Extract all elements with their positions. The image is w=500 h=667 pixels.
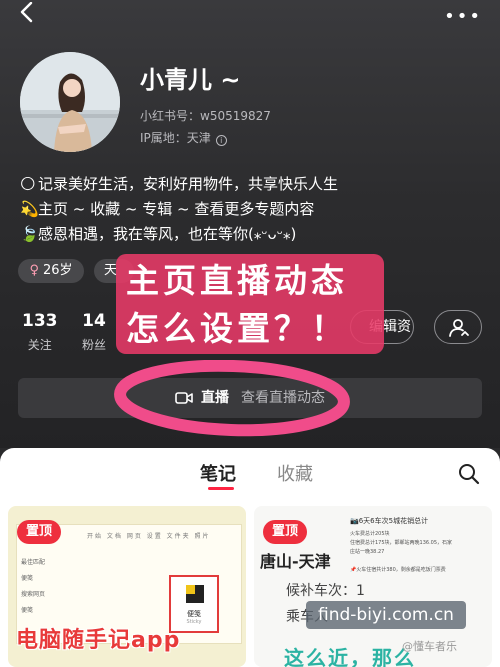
card-mini-line: 住宿费总计175块，邯郸站两晚136.05，石家 — [350, 540, 453, 546]
more-options-icon[interactable]: ••• — [444, 6, 482, 27]
sidebar-text: 搜索网页 — [21, 591, 46, 598]
following-stat[interactable]: 133 关注 — [22, 311, 58, 353]
card-title: 电脑随手记app — [16, 628, 181, 653]
bio-text: 主页 ~ 收藏 ~ 专辑 ~ 查看更多专题内容 — [38, 200, 315, 218]
fans-count: 14 — [82, 311, 106, 331]
sidebar-text: 便笺 — [21, 607, 34, 614]
fans-stat[interactable]: 14 粉丝 — [82, 311, 106, 353]
avatar-photo — [20, 52, 120, 152]
avatar[interactable] — [20, 52, 120, 152]
window-sidebar: 最佳匹配 便笺 搜索网页 便笺 — [21, 555, 45, 619]
top-bar: ••• — [0, 0, 500, 28]
fans-label: 粉丝 — [82, 338, 107, 352]
overlay-caption-line: 主页直播动态 — [126, 261, 348, 300]
watermark-author: @懂车者乐 — [402, 640, 457, 653]
sparkle-emoji-icon: 💫 — [20, 200, 39, 218]
bio-line: 🌕 记录美好生活，安利好用物件，共享快乐人生 — [20, 172, 338, 197]
note-card[interactable]: 开始 文档 网页 设置 文件夹 照片 最佳匹配 便笺 搜索网页 便笺 便笺 St… — [8, 506, 246, 667]
overlay-caption-line: 怎么设置？！ — [126, 309, 348, 348]
route-detail: 候补车次：1 — [286, 583, 365, 599]
age-tag-text: 26岁 — [42, 263, 73, 278]
user-settings-icon — [449, 319, 469, 337]
card-mini-line: 庄站一晚38.27 — [350, 549, 385, 555]
female-icon: ♀ — [29, 263, 39, 278]
sticky-notes-logo-icon — [186, 585, 204, 603]
following-label: 关注 — [27, 338, 52, 352]
card-mini-title: 📷6天6车次5城花销总计 — [350, 517, 429, 525]
back-arrow-icon[interactable] — [18, 2, 38, 24]
watermark-url: find-biyi.com.cn — [306, 601, 466, 629]
window-toolbar: 开始 文档 网页 设置 文件夹 照片 — [87, 533, 211, 540]
bio-text: 记录美好生活，安利好用物件，共享快乐人生 — [38, 175, 339, 193]
ip-location: IP属地：天津 i — [140, 129, 227, 146]
info-icon[interactable]: i — [215, 135, 227, 146]
card-mini-line: 火车费总计205块 — [350, 531, 390, 537]
card-bottom-caption: 这么近，那么 — [284, 646, 416, 667]
route-title: 唐山-天津 — [260, 552, 331, 571]
redbook-id: 小红书号：w50519827 — [140, 109, 271, 123]
sidebar-text: 便笺 — [21, 575, 34, 582]
age-tag: ♀ 26岁 — [18, 259, 84, 283]
tab-notes[interactable]: 笔记 — [200, 460, 236, 486]
pinned-badge: 置顶 — [263, 520, 307, 544]
pinned-badge: 置顶 — [17, 520, 61, 544]
leaf-emoji-icon: 🍃 — [20, 225, 39, 243]
tab-collect[interactable]: 收藏 — [277, 460, 313, 486]
bio: 🌕 记录美好生活，安利好用物件，共享快乐人生 💫 主页 ~ 收藏 ~ 专辑 ~ … — [20, 172, 338, 247]
app-name: 便笺 — [187, 610, 201, 618]
sidebar-text: 最佳匹配 — [21, 559, 46, 566]
following-count: 133 — [22, 311, 58, 331]
card-mini-line: 📌火车住宿共计380，剩余都是吃饭门票费 — [350, 567, 446, 573]
bio-text: 感恩相遇，我在等风，也在等你(⁎ᵕᴗᵕ⁎) — [38, 225, 297, 243]
highlight-ellipse — [114, 360, 350, 437]
nickname: 小青儿 ~ — [140, 66, 241, 94]
overlay-caption: 主页直播动态 怎么设置？！ — [116, 254, 384, 354]
ip-location-text: IP属地：天津 — [140, 131, 211, 145]
active-tab-indicator — [208, 487, 234, 490]
settings-button[interactable] — [434, 310, 482, 344]
bio-line: 💫 主页 ~ 收藏 ~ 专辑 ~ 查看更多专题内容 — [20, 197, 338, 222]
search-icon[interactable] — [458, 463, 480, 485]
bio-line: 🍃 感恩相遇，我在等风，也在等你(⁎ᵕᴗᵕ⁎) — [20, 222, 338, 247]
moon-emoji-icon: 🌕 — [20, 175, 36, 193]
